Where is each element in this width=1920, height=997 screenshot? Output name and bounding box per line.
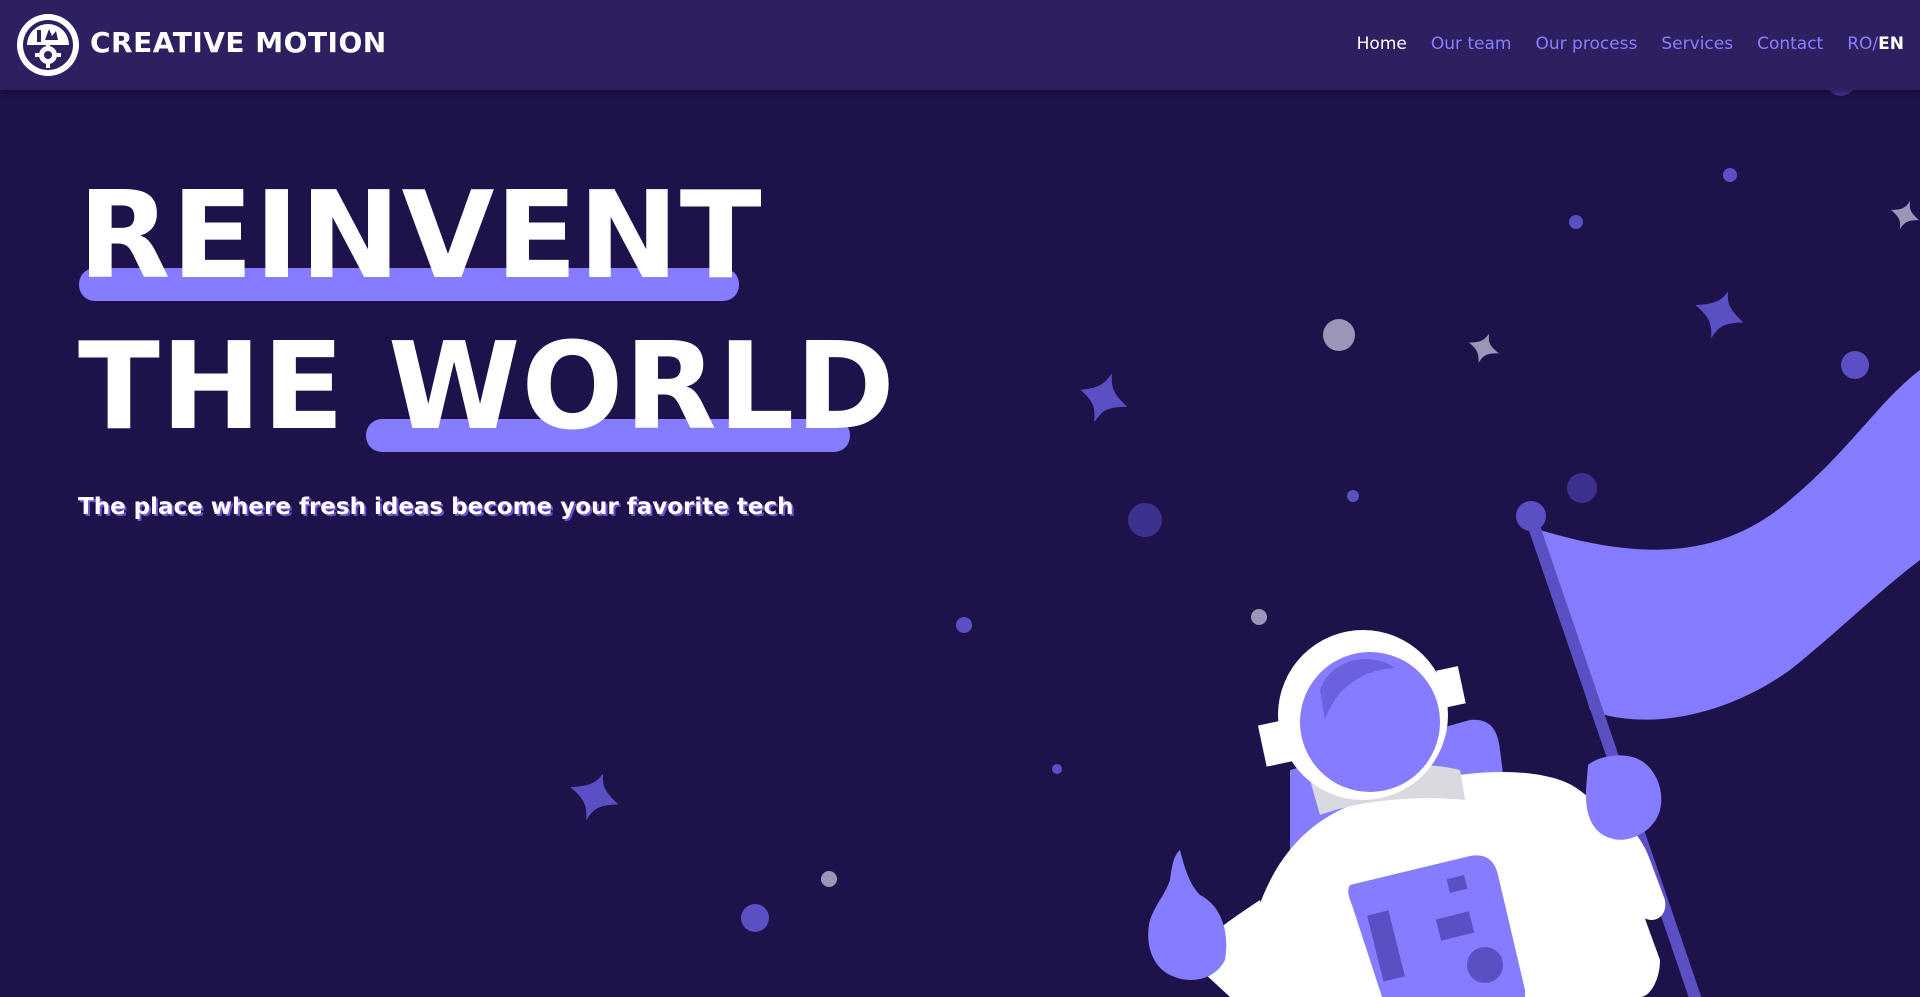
astronaut-with-flag [570,68,1920,997]
brand-name[interactable]: CREATIVE MOTION [90,26,387,59]
nav-our-team-link[interactable]: Our team [1431,34,1512,54]
lang-en-current[interactable]: EN [1878,34,1904,54]
nav-home-link[interactable]: Home [1357,34,1407,54]
gear-film-logo-icon[interactable] [15,12,81,78]
star-icon [570,200,1920,821]
nav-our-process-link[interactable]: Our process [1536,34,1638,54]
navbar: CREATIVE MOTION Home Our team Our proces… [0,0,1920,90]
nav-services-link[interactable]: Services [1661,34,1733,54]
language-switcher: RO/EN [1847,34,1904,54]
nav-contact-link[interactable]: Contact [1757,34,1823,54]
lang-ro-link[interactable]: RO [1847,34,1872,54]
main-nav: Home Our team Our process Services Conta… [1357,34,1904,54]
